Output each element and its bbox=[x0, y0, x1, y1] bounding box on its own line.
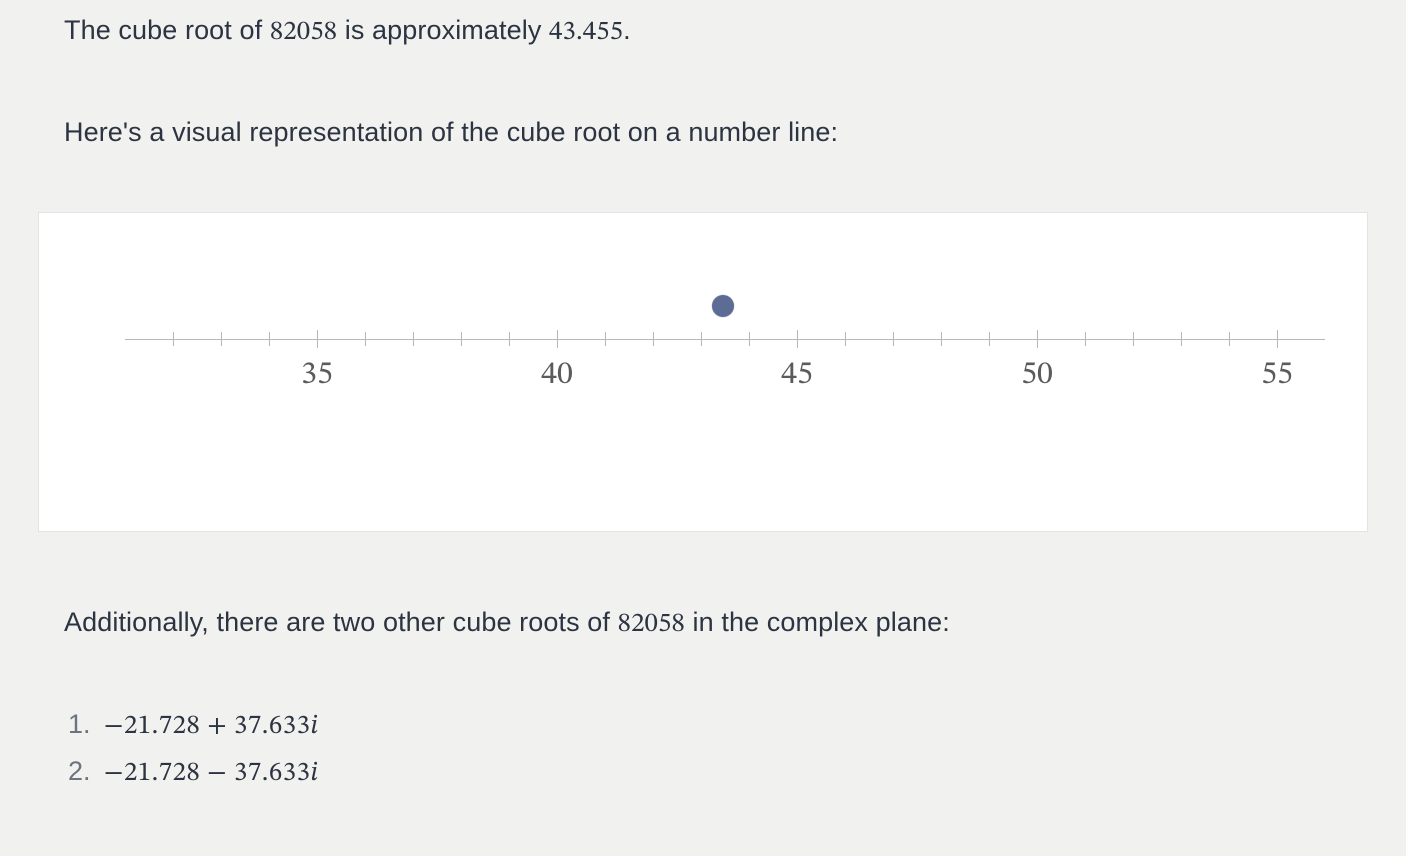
axis-tick-minor bbox=[269, 332, 270, 346]
axis-tick-minor bbox=[221, 332, 222, 346]
axis-tick-minor bbox=[1181, 332, 1182, 346]
axis-tick-label: 35 bbox=[301, 351, 333, 401]
text-fragment: The cube root of bbox=[64, 15, 270, 45]
complex-root-value: −21.728 + 37.633i bbox=[104, 713, 319, 740]
text-fragment: is approximately bbox=[337, 15, 549, 45]
axis-tick-minor bbox=[941, 332, 942, 346]
paragraph-result: The cube root of 82058 is approximately … bbox=[64, 10, 1368, 54]
axis-tick-major bbox=[1277, 330, 1278, 348]
complex-roots-list: −21.728 + 37.633i −21.728 − 37.633i bbox=[38, 704, 1368, 796]
number-line-panel: 35 40 45 50 55 bbox=[38, 212, 1368, 532]
axis-tick-minor bbox=[365, 332, 366, 346]
number-line-point bbox=[712, 295, 734, 317]
axis-tick-minor bbox=[653, 332, 654, 346]
number-value: 43.455 bbox=[549, 19, 623, 46]
axis-tick-minor bbox=[989, 332, 990, 346]
axis-tick-minor bbox=[701, 332, 702, 346]
number-line-axis: 3540455055 bbox=[125, 339, 1325, 340]
axis-tick-minor bbox=[509, 332, 510, 346]
axis-tick-major bbox=[557, 330, 558, 348]
complex-root-value: −21.728 − 37.633i bbox=[104, 760, 319, 787]
axis-tick-minor bbox=[893, 332, 894, 346]
axis-tick-minor bbox=[749, 332, 750, 346]
list-item: −21.728 + 37.633i bbox=[98, 704, 1368, 748]
paragraph-visual-intro: Here's a visual representation of the cu… bbox=[64, 112, 1368, 154]
axis-tick-label: 40 bbox=[541, 351, 573, 401]
paragraph-complex-intro: Additionally, there are two other cube r… bbox=[64, 602, 1368, 646]
axis-tick-label: 55 bbox=[1261, 351, 1293, 401]
axis-tick-label: 50 bbox=[1021, 351, 1053, 401]
axis-tick-minor bbox=[173, 332, 174, 346]
axis-tick-major bbox=[317, 330, 318, 348]
text-fragment: in the complex plane: bbox=[685, 607, 950, 637]
number-value: 82058 bbox=[270, 19, 337, 46]
number-value: 82058 bbox=[618, 611, 685, 638]
axis-tick-major bbox=[1037, 330, 1038, 348]
axis-tick-minor bbox=[845, 332, 846, 346]
axis-tick-minor bbox=[1229, 332, 1230, 346]
axis-tick-minor bbox=[461, 332, 462, 346]
axis-tick-minor bbox=[1133, 332, 1134, 346]
axis-tick-label: 45 bbox=[781, 351, 813, 401]
axis-tick-minor bbox=[1085, 332, 1086, 346]
axis-tick-major bbox=[797, 330, 798, 348]
text-fragment: Additionally, there are two other cube r… bbox=[64, 607, 618, 637]
axis-tick-minor bbox=[605, 332, 606, 346]
list-item: −21.728 − 37.633i bbox=[98, 751, 1368, 795]
axis-tick-minor bbox=[413, 332, 414, 346]
text-fragment: . bbox=[623, 15, 631, 45]
